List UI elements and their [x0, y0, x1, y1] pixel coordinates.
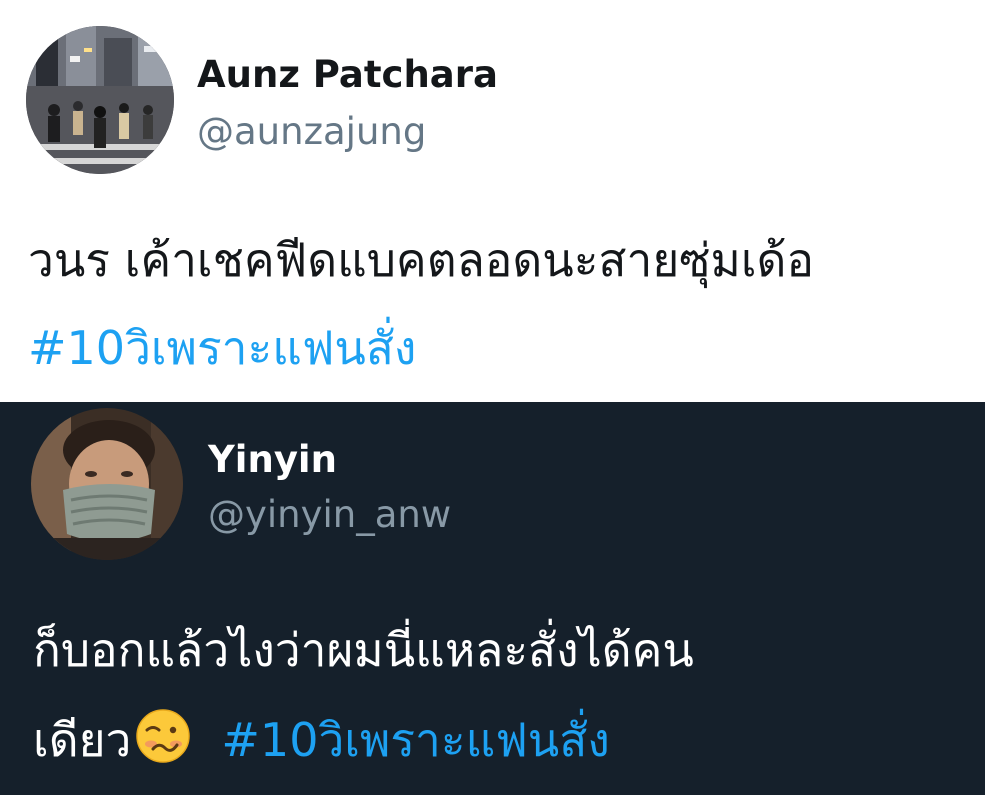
- tweet-text: วนร เค้าเชคฟีดแบคตลอดนะสายซุ่มเด้อ: [28, 233, 815, 287]
- woozy-face-emoji-icon: [135, 708, 191, 764]
- masked-person-icon: [31, 408, 183, 560]
- tweet-card-aunz[interactable]: Aunz Patchara @aunzajung วนร เค้าเชคฟีดแ…: [0, 0, 985, 402]
- tweet-text: ก็บอกแล้วไงว่าผมนี่แหละสั่งได้คน: [33, 623, 694, 677]
- tweet-text-tail: เดียว: [33, 713, 132, 767]
- author-name[interactable]: Aunz Patchara: [197, 53, 498, 97]
- tweet-text-continuation: เดียว #10วิเพราะแฟนสั่ง: [33, 708, 610, 770]
- tweet-card-yinyin[interactable]: Yinyin @yinyin_anw ก็บอกแล้วไงว่าผมนี่แห…: [0, 402, 985, 795]
- hashtag-link[interactable]: #10วิเพราะแฟนสั่ง: [28, 318, 416, 378]
- street-crowd-icon: [26, 26, 174, 174]
- avatar[interactable]: [31, 408, 183, 560]
- author-name[interactable]: Yinyin: [208, 438, 337, 482]
- author-handle[interactable]: @yinyin_anw: [208, 493, 451, 537]
- author-handle[interactable]: @aunzajung: [197, 110, 426, 154]
- avatar[interactable]: [26, 26, 174, 174]
- hashtag-link[interactable]: #10วิเพราะแฟนสั่ง: [221, 713, 609, 767]
